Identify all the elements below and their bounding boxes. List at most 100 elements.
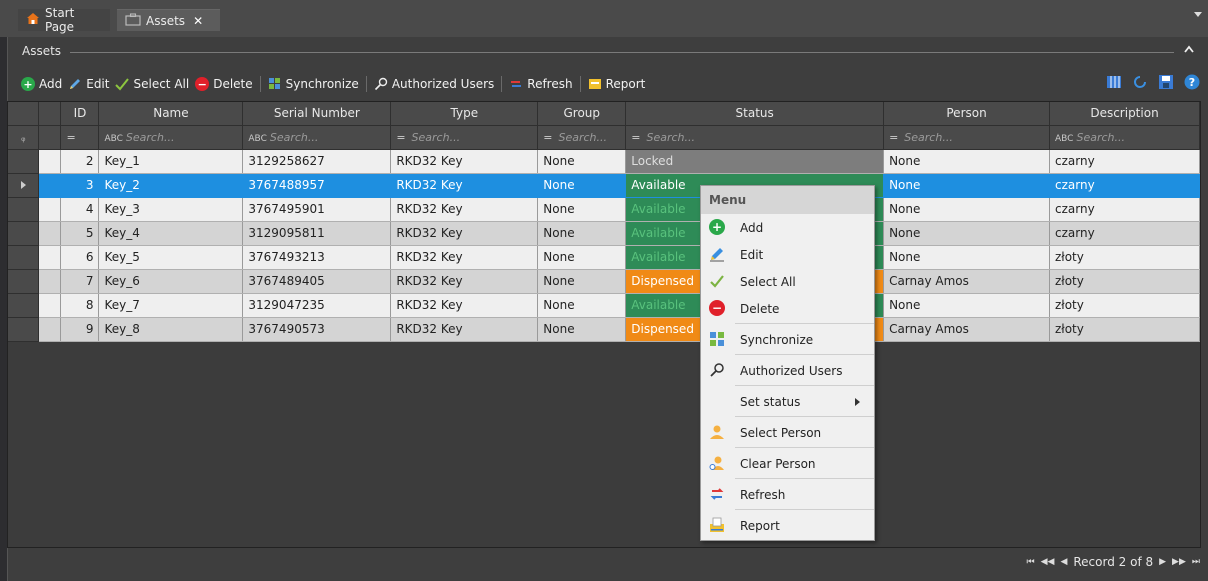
table-row[interactable]: 7 Key_6 3767489405 RKD32 Key None Dispen…	[8, 269, 1200, 294]
report-button-label: Report	[605, 77, 646, 91]
cell-group: None	[537, 173, 627, 198]
first-page-icon[interactable]: ⏮	[1027, 557, 1035, 567]
tab-list-dropdown-icon[interactable]	[1194, 12, 1202, 17]
refresh-button[interactable]: Refresh	[506, 73, 575, 95]
menu-item-delete[interactable]: − Delete	[701, 295, 874, 322]
cell-serial: 3129047235	[242, 293, 392, 318]
table-row-selected[interactable]: 3 Key_2 3767488957 RKD32 Key None Availa…	[8, 173, 1200, 198]
menu-item-label: Clear Person	[740, 456, 816, 471]
select-all-button-label: Select All	[133, 77, 190, 91]
filter-name[interactable]: ABC Search...	[98, 125, 244, 150]
menu-item-label: Add	[740, 220, 764, 235]
filter-person[interactable]: = Search...	[883, 125, 1050, 150]
cell-name: Key_2	[98, 173, 244, 198]
assets-grid[interactable]: ID Name Serial Number Type Group Status …	[7, 101, 1201, 548]
edit-button[interactable]: Edit	[65, 73, 112, 95]
row-spacer	[38, 317, 62, 342]
column-header-name[interactable]: Name	[98, 102, 244, 126]
table-row[interactable]: 8 Key_7 3129047235 RKD32 Key None Availa…	[8, 293, 1200, 318]
next-page-icon[interactable]: ▶▶	[1172, 557, 1186, 567]
filter-status[interactable]: = Search...	[625, 125, 885, 150]
column-header-person[interactable]: Person	[883, 102, 1050, 126]
cell-serial: 3767489405	[242, 269, 392, 294]
row-indicator[interactable]	[8, 293, 40, 318]
column-header-serial-number[interactable]: Serial Number	[242, 102, 392, 126]
menu-item-edit[interactable]: Edit	[701, 241, 874, 268]
tab-assets-label: Assets	[146, 13, 186, 28]
menu-item-set-status[interactable]: Set status	[701, 388, 874, 415]
previous-record-icon[interactable]: ◀	[1060, 557, 1067, 567]
menu-item-synchronize[interactable]: Synchronize	[701, 326, 874, 353]
reset-layout-icon[interactable]	[1132, 74, 1148, 90]
menu-item-clear-person[interactable]: Clear Person	[701, 450, 874, 477]
cell-description: złoty	[1049, 317, 1200, 342]
tab-assets[interactable]: Assets ✕	[117, 9, 220, 31]
select-all-button[interactable]: Select All	[112, 73, 192, 95]
context-menu: Menu + Add Edit Select All − Delete Sync…	[700, 185, 875, 541]
filter-cell-blank	[38, 125, 62, 150]
text-filter-icon: ABC	[104, 133, 123, 144]
row-indicator[interactable]	[8, 149, 40, 174]
tab-start-page[interactable]: Start Page	[18, 6, 110, 34]
filter-id[interactable]: =	[60, 125, 100, 150]
menu-item-select-person[interactable]: Select Person	[701, 419, 874, 446]
menu-item-refresh[interactable]: Refresh	[701, 481, 874, 508]
menu-item-authorized-users[interactable]: Authorized Users	[701, 357, 874, 384]
row-indicator[interactable]	[8, 197, 40, 222]
cell-description: czarny	[1049, 149, 1200, 174]
report-button[interactable]: Report	[585, 73, 649, 95]
menu-item-add[interactable]: + Add	[701, 214, 874, 241]
column-header-status[interactable]: Status	[625, 102, 885, 126]
column-header-type[interactable]: Type	[390, 102, 539, 126]
filter-description[interactable]: ABC Search...	[1049, 125, 1200, 150]
synchronize-button-label: Synchronize	[285, 77, 359, 91]
table-row[interactable]: 9 Key_8 3767490573 RKD32 Key None Dispen…	[8, 317, 1200, 342]
refresh-button-label: Refresh	[527, 77, 573, 91]
columns-icon[interactable]	[1106, 74, 1122, 90]
close-icon[interactable]: ✕	[193, 14, 203, 28]
save-icon[interactable]	[1158, 74, 1174, 90]
cell-description: złoty	[1049, 245, 1200, 270]
previous-page-icon[interactable]: ◀◀	[1041, 557, 1055, 567]
cell-description: złoty	[1049, 269, 1200, 294]
filter-type[interactable]: = Search...	[390, 125, 539, 150]
row-indicator[interactable]	[8, 317, 40, 342]
menu-item-label: Report	[740, 518, 780, 533]
table-row[interactable]: 5 Key_4 3129095811 RKD32 Key None Availa…	[8, 221, 1200, 246]
add-button[interactable]: + Add	[18, 73, 65, 95]
row-indicator[interactable]	[8, 245, 40, 270]
toolbar-separator	[259, 76, 261, 92]
pencil-icon	[709, 246, 725, 262]
filter-group[interactable]: = Search...	[537, 125, 627, 150]
synchronize-button[interactable]: Synchronize	[265, 73, 362, 95]
filter-serial[interactable]: ABC Search...	[242, 125, 392, 150]
cell-name: Key_6	[98, 269, 244, 294]
cell-type: RKD32 Key	[390, 245, 539, 270]
filter-search-icon: ᵩ	[8, 125, 40, 150]
menu-item-report[interactable]: Report	[701, 512, 874, 539]
last-page-icon[interactable]: ⏭	[1192, 557, 1200, 567]
table-row[interactable]: 6 Key_5 3767493213 RKD32 Key None Availa…	[8, 245, 1200, 270]
row-indicator[interactable]	[8, 173, 40, 198]
table-row[interactable]: 2 Key_1 3129258627 RKD32 Key None Locked…	[8, 149, 1200, 174]
cell-serial: 3129258627	[242, 149, 392, 174]
row-spacer	[38, 245, 62, 270]
column-header-group[interactable]: Group	[537, 102, 627, 126]
authorized-users-button[interactable]: Authorized Users	[371, 73, 497, 95]
cell-status: Locked	[625, 149, 885, 174]
collapse-icon[interactable]	[1184, 42, 1194, 56]
delete-button[interactable]: − Delete	[192, 73, 255, 95]
help-icon[interactable]: ?	[1184, 74, 1200, 90]
row-indicator[interactable]	[8, 221, 40, 246]
edit-button-label: Edit	[86, 77, 110, 91]
menu-item-select-all[interactable]: Select All	[701, 268, 874, 295]
table-row[interactable]: 4 Key_3 3767495901 RKD32 Key None Availa…	[8, 197, 1200, 222]
filter-row: ᵩ = ABC Search... ABC Search... = Search...…	[8, 125, 1200, 150]
delete-button-label: Delete	[213, 77, 253, 91]
key-icon	[374, 77, 388, 91]
column-header-id[interactable]: ID	[60, 102, 100, 126]
column-header-description[interactable]: Description	[1049, 102, 1200, 126]
filter-placeholder: Search...	[269, 130, 319, 144]
next-record-icon[interactable]: ▶	[1159, 557, 1166, 567]
row-indicator[interactable]	[8, 269, 40, 294]
